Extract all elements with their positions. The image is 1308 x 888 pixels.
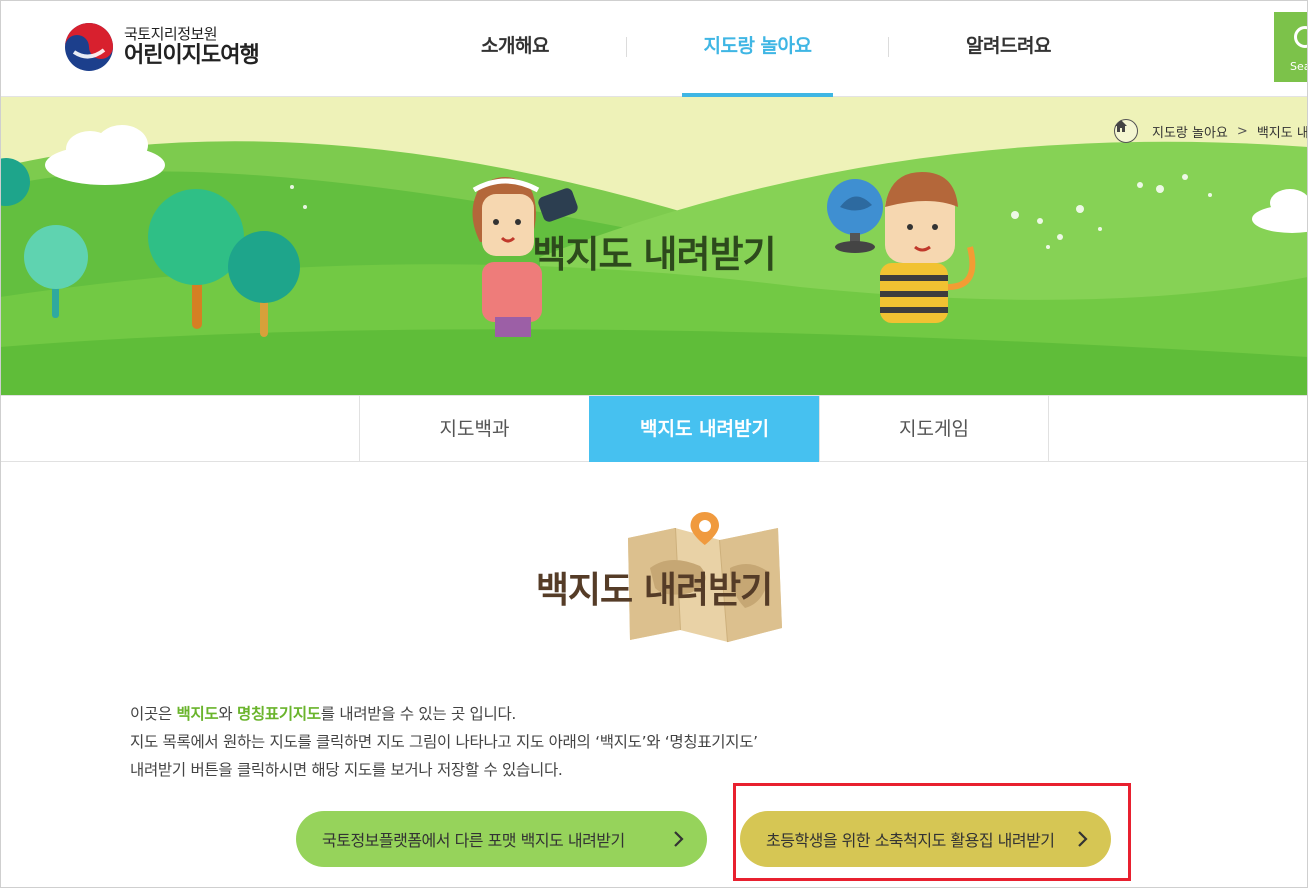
search-button[interactable]: Search (1274, 12, 1308, 82)
nav-divider (888, 37, 889, 57)
description-line-2: 지도 목록에서 원하는 지도를 클릭하면 지도 그림이 나타나고 지도 아래의 … (130, 733, 758, 751)
download-other-format-label: 국토정보플랫폼에서 다른 포맷 백지도 내려받기 (322, 831, 625, 850)
chevron-right-icon (1078, 831, 1088, 847)
taegeuk-emblem-icon (65, 23, 113, 71)
sub-tab-bar: 지도백과 백지도 내려받기 지도게임 (0, 395, 1308, 462)
nav-item-intro[interactable]: 소개해요 (464, 0, 566, 97)
content-title: 백지도 내려받기 (535, 570, 773, 611)
description-line-3: 내려받기 버튼을 클릭하시면 해당 지도를 보거나 저장할 수 있습니다. (130, 761, 563, 779)
tab-map-encyclopedia[interactable]: 지도백과 (359, 396, 589, 462)
logo-org-name: 국토지리정보원 (124, 25, 218, 43)
highlight-labeled-map: 명칭표기지도 (237, 705, 321, 723)
highlight-blank-map: 백지도 (176, 705, 219, 723)
desc-text: 이곳은 (130, 705, 177, 723)
breadcrumb-separator-icon: > (1236, 123, 1248, 139)
tab-blank-map-download[interactable]: 백지도 내려받기 (589, 396, 819, 462)
desc-text: 를 내려받을 수 있는 곳 입니다. (320, 705, 517, 723)
breadcrumb-item-current: 백지도 내려받기 (1256, 125, 1308, 141)
search-icon (1294, 26, 1308, 48)
description-line-1: 이곳은 백지도와 명칭표기지도를 내려받을 수 있는 곳 입니다. (130, 700, 758, 728)
tab-map-game[interactable]: 지도게임 (819, 396, 1049, 462)
chevron-right-icon (674, 831, 684, 847)
banner-title: 백지도 내려받기 (532, 233, 776, 276)
search-label: Search (1290, 60, 1308, 73)
home-icon[interactable] (1114, 119, 1138, 143)
download-elementary-atlas-button[interactable]: 초등학생을 위한 소축척지도 활용집 내려받기 (740, 811, 1111, 867)
nav-item-notices[interactable]: 알려드려요 (950, 0, 1067, 97)
nav-item-play-with-maps[interactable]: 지도랑 놀아요 (682, 0, 833, 97)
nav-divider (626, 37, 627, 57)
site-logo[interactable]: 국토지리정보원 어린이지도여행 (64, 22, 260, 72)
download-elementary-atlas-label: 초등학생을 위한 소축척지도 활용집 내려받기 (766, 831, 1055, 850)
breadcrumb-item-play-with-maps[interactable]: 지도랑 놀아요 (1152, 122, 1228, 141)
logo-site-name: 어린이지도여행 (124, 43, 260, 68)
breadcrumb: 지도랑 놀아요 > 백지도 내려받기 (1114, 119, 1308, 143)
site-header: 국토지리정보원 어린이지도여행 소개해요 지도랑 놀아요 알려드려요 Searc… (0, 0, 1308, 97)
description-text: 이곳은 백지도와 명칭표기지도를 내려받을 수 있는 곳 입니다. 지도 목록에… (130, 700, 758, 784)
hero-banner: 백지도 내려받기 지도랑 놀아요 > 백지도 내려받기 (0, 97, 1308, 396)
desc-text: 와 (218, 705, 237, 723)
download-other-format-button[interactable]: 국토정보플랫폼에서 다른 포맷 백지도 내려받기 (296, 811, 707, 867)
